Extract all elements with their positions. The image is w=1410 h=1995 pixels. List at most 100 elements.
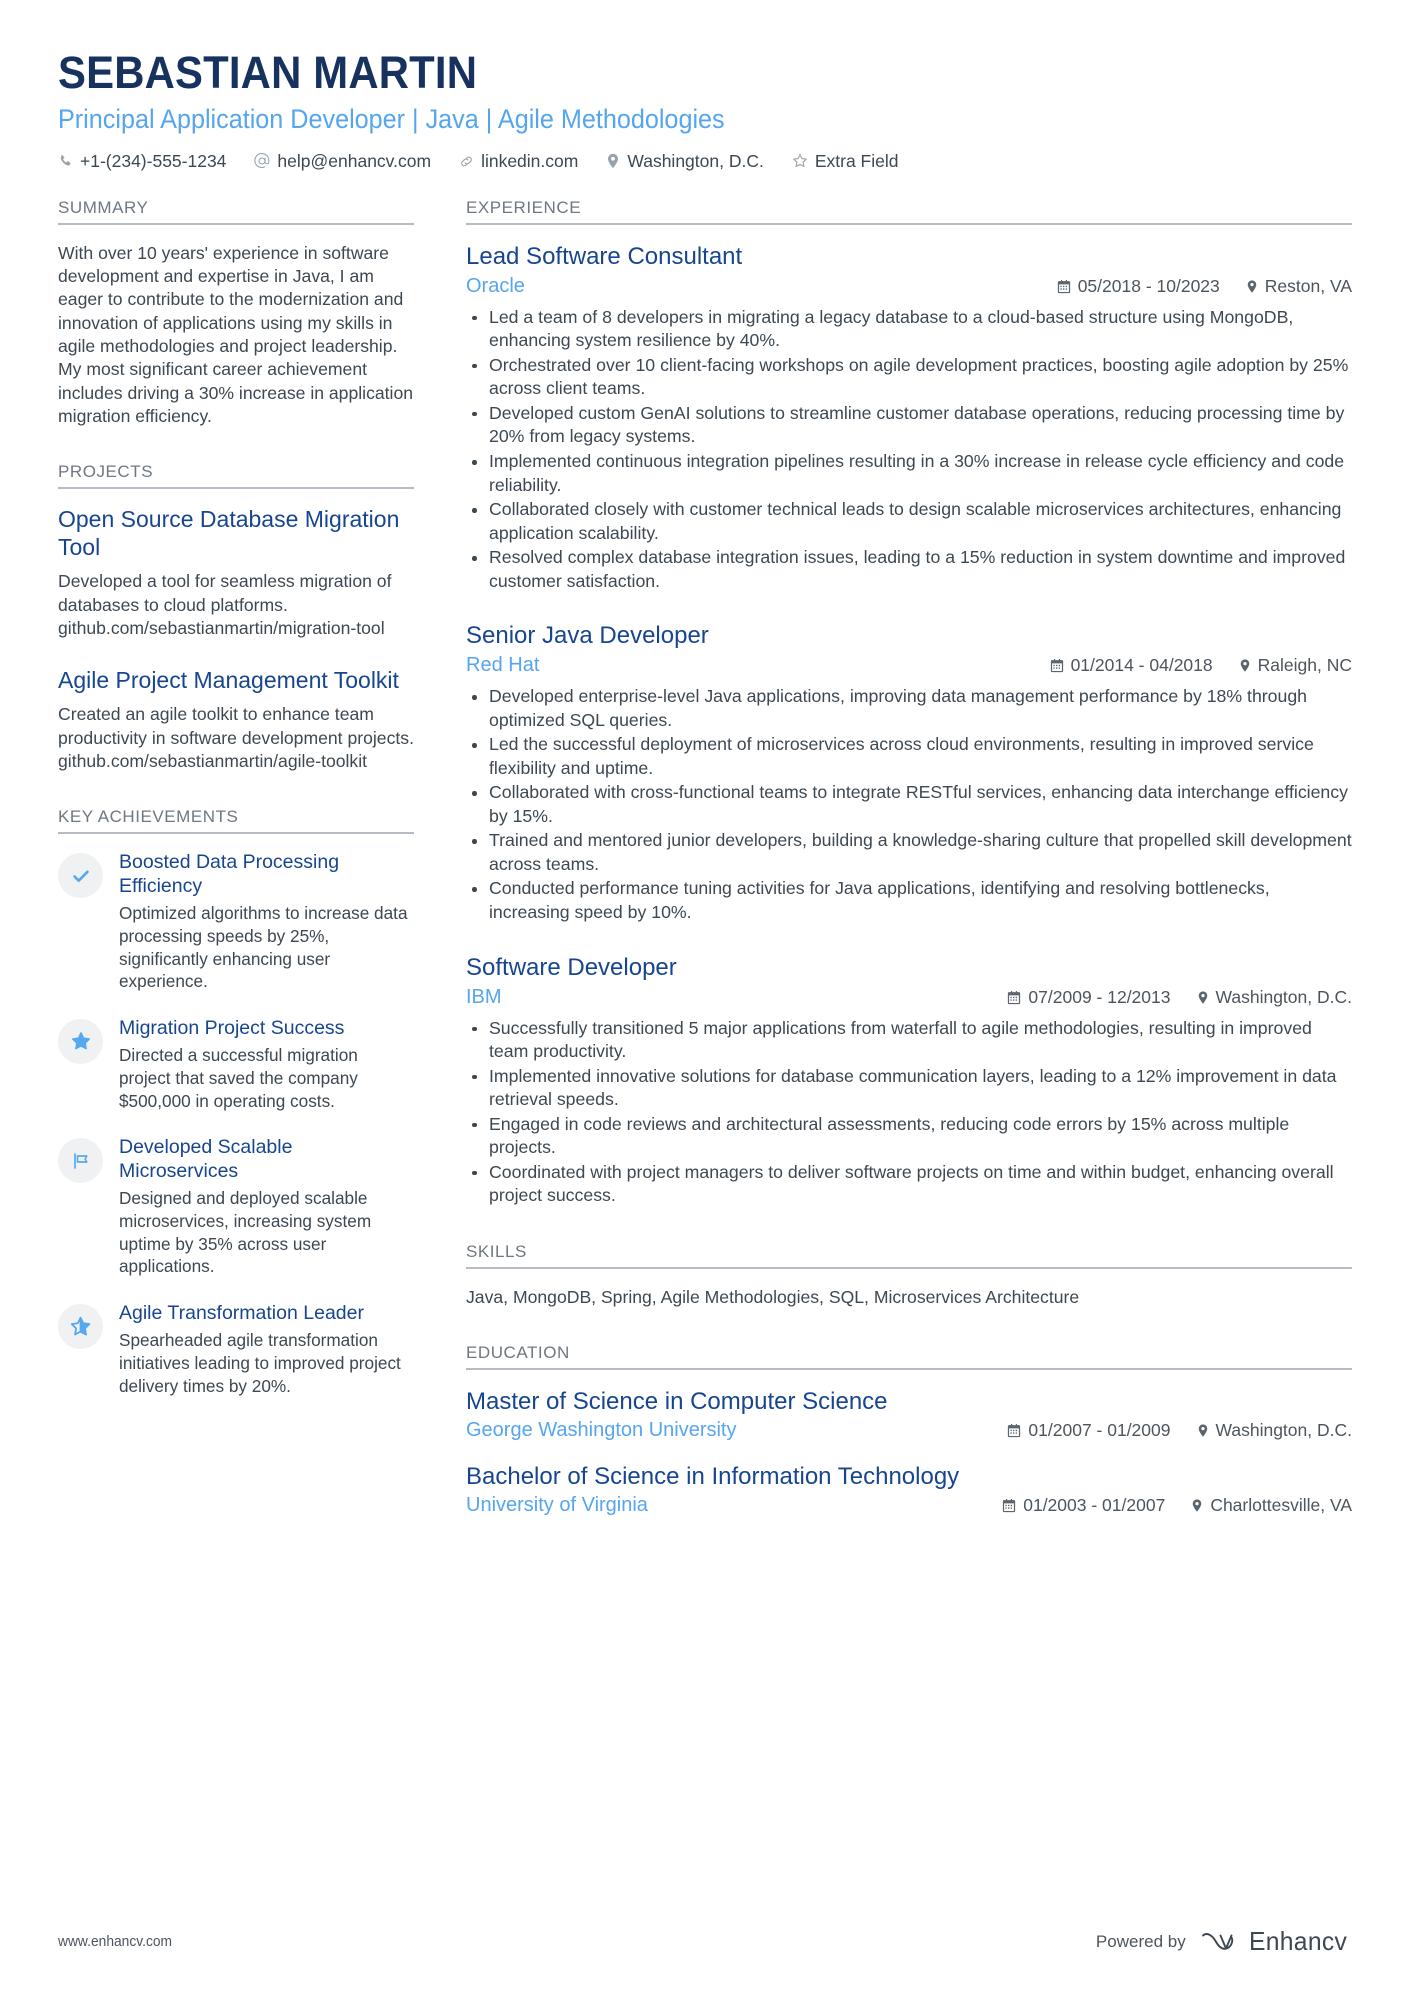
achievement-title: Boosted Data Processing Efficiency bbox=[119, 851, 340, 897]
achievement-title: Developed Scalable Microservices bbox=[119, 1136, 293, 1182]
location-pin-icon bbox=[606, 153, 620, 169]
at-icon bbox=[254, 153, 270, 169]
resume-header: SEBASTIAN MARTIN Principal Application D… bbox=[58, 47, 1352, 172]
achievement-description: Designed and deployed scalable microserv… bbox=[119, 1188, 372, 1277]
contact-email[interactable]: help@enhancv.com bbox=[254, 151, 431, 172]
section-skills: SKILLS Java, MongoDB, Spring, Agile Meth… bbox=[466, 1242, 1352, 1309]
job-dates-text: 05/2018 - 10/2023 bbox=[1077, 275, 1220, 296]
location-pin-icon bbox=[1197, 990, 1209, 1005]
education-school[interactable]: University of Virginia bbox=[466, 1494, 648, 1517]
contact-location-text: Washington, D.C. bbox=[627, 150, 764, 171]
achievement-title: Agile Transformation Leader bbox=[119, 1302, 364, 1325]
resume-columns: SUMMARY With over 10 years' experience i… bbox=[58, 198, 1352, 1551]
achievement-item: Developed Scalable Microservices Designe… bbox=[58, 1136, 414, 1278]
contact-location: Washington, D.C. bbox=[606, 151, 764, 172]
job-company[interactable]: Red Hat bbox=[466, 654, 539, 677]
footer-powered-by: Powered by bbox=[1095, 1931, 1186, 1951]
enhancv-logo: Enhancv bbox=[1200, 1926, 1352, 1957]
education-dates-text: 01/2003 - 01/2007 bbox=[1023, 1495, 1166, 1516]
job-bullet: Trained and mentored junior developers, … bbox=[466, 829, 1352, 876]
header-subtitle: Principal Application Developer | Java |… bbox=[58, 104, 725, 135]
resume-page: SEBASTIAN MARTIN Principal Application D… bbox=[0, 0, 1410, 1995]
contact-link[interactable]: linkedin.com bbox=[459, 151, 578, 172]
job-bullet: Resolved complex database integration is… bbox=[466, 546, 1352, 593]
section-summary: SUMMARY With over 10 years' experience i… bbox=[58, 198, 414, 428]
skills-text: Java, MongoDB, Spring, Agile Methodologi… bbox=[466, 1286, 1080, 1307]
education-school[interactable]: George Washington University bbox=[466, 1419, 737, 1442]
job-dates: 01/2014 - 04/2018 bbox=[1050, 655, 1213, 676]
job-location: Washington, D.C. bbox=[1197, 987, 1352, 1008]
job-bullet: Coordinated with project managers to del… bbox=[466, 1161, 1352, 1208]
section-experience: EXPERIENCE Lead Software Consultant Orac… bbox=[466, 198, 1352, 1208]
section-projects: PROJECTS Open Source Database Migration … bbox=[58, 462, 414, 773]
page-footer: www.enhancv.com Powered by Enhancv bbox=[58, 1926, 1352, 1957]
footer-url[interactable]: www.enhancv.com bbox=[58, 1933, 172, 1950]
job-location-text: Reston, VA bbox=[1264, 275, 1352, 296]
project-item: Agile Project Management Toolkit Created… bbox=[58, 667, 414, 774]
key-achievements-heading: KEY ACHIEVEMENTS bbox=[58, 807, 414, 835]
job-title: Senior Java Developer bbox=[466, 622, 709, 650]
job-bullets: Developed enterprise-level Java applicat… bbox=[466, 685, 1352, 924]
job-location: Raleigh, NC bbox=[1239, 655, 1352, 676]
enhancv-mark-icon bbox=[1200, 1929, 1240, 1955]
project-title[interactable]: Open Source Database Migration Tool bbox=[58, 506, 414, 561]
job-bullet: Developed custom GenAI solutions to stre… bbox=[466, 402, 1352, 449]
contact-extra-field: Extra Field bbox=[792, 150, 899, 172]
phone-icon bbox=[58, 154, 73, 169]
section-key-achievements: KEY ACHIEVEMENTS Boosted Data Processing… bbox=[58, 807, 414, 1397]
project-title[interactable]: Agile Project Management Toolkit bbox=[58, 667, 414, 695]
main-column: EXPERIENCE Lead Software Consultant Orac… bbox=[458, 198, 1352, 1551]
job-bullet: Collaborated closely with customer techn… bbox=[466, 498, 1352, 545]
education-item: Master of Science in Computer Science Ge… bbox=[466, 1387, 1352, 1442]
job-bullet: Implemented continuous integration pipel… bbox=[466, 450, 1352, 497]
section-education: EDUCATION Master of Science in Computer … bbox=[466, 1343, 1352, 1517]
achievement-item: Boosted Data Processing Efficiency Optim… bbox=[58, 851, 414, 993]
achievement-title: Migration Project Success bbox=[119, 1016, 345, 1039]
page-title: SEBASTIAN MARTIN bbox=[58, 47, 478, 98]
job-dates-text: 01/2014 - 04/2018 bbox=[1070, 655, 1213, 676]
job-location-text: Raleigh, NC bbox=[1257, 655, 1352, 676]
sidebar-column: SUMMARY With over 10 years' experience i… bbox=[58, 198, 458, 1432]
achievement-description: Directed a successful migration project … bbox=[119, 1045, 358, 1111]
job-dates: 05/2018 - 10/2023 bbox=[1057, 276, 1220, 297]
education-dates: 01/2007 - 01/2009 bbox=[1007, 1420, 1171, 1441]
star-half-icon bbox=[58, 1304, 103, 1350]
calendar-icon bbox=[1007, 1424, 1021, 1438]
job-bullet: Led a team of 8 developers in migrating … bbox=[466, 306, 1352, 353]
calendar-icon bbox=[1057, 279, 1071, 294]
experience-heading: EXPERIENCE bbox=[466, 198, 1352, 225]
project-description: Developed a tool for seamless migration … bbox=[58, 571, 392, 639]
education-degree: Bachelor of Science in Information Techn… bbox=[466, 1463, 960, 1491]
contact-extra-field-text: Extra Field bbox=[814, 150, 899, 171]
contact-email-text: help@enhancv.com bbox=[277, 150, 432, 171]
education-dates: 01/2003 - 01/2007 bbox=[1002, 1495, 1165, 1516]
job-dates: 07/2009 - 12/2013 bbox=[1007, 987, 1171, 1008]
job-bullet: Led the successful deployment of microse… bbox=[466, 733, 1352, 780]
star-filled-icon bbox=[58, 1018, 103, 1064]
link-icon bbox=[459, 154, 474, 169]
job-bullet: Successfully transitioned 5 major applic… bbox=[466, 1017, 1352, 1064]
experience-item: Software Developer IBM 07/2009 - 12/2013 bbox=[466, 953, 1352, 1208]
calendar-icon bbox=[1002, 1499, 1016, 1513]
job-title: Software Developer bbox=[466, 953, 677, 981]
job-location: Reston, VA bbox=[1246, 276, 1352, 297]
location-pin-icon bbox=[1197, 1423, 1209, 1438]
education-heading: EDUCATION bbox=[466, 1343, 1352, 1371]
job-title: Lead Software Consultant bbox=[466, 242, 743, 270]
skills-heading: SKILLS bbox=[466, 1242, 1352, 1269]
calendar-icon bbox=[1007, 990, 1021, 1005]
calendar-icon bbox=[1050, 659, 1064, 673]
job-bullet: Engaged in code reviews and architectura… bbox=[466, 1113, 1352, 1160]
job-company[interactable]: Oracle bbox=[466, 275, 525, 298]
flag-icon bbox=[58, 1138, 103, 1184]
summary-heading: SUMMARY bbox=[58, 198, 414, 225]
education-location-text: Charlottesville, VA bbox=[1210, 1495, 1352, 1516]
job-bullets: Successfully transitioned 5 major applic… bbox=[466, 1017, 1352, 1208]
achievement-item: Agile Transformation Leader Spearheaded … bbox=[58, 1302, 414, 1398]
star-outline-icon bbox=[792, 153, 808, 169]
contact-phone[interactable]: +1-(234)-555-1234 bbox=[58, 151, 226, 172]
contact-link-text: linkedin.com bbox=[481, 150, 579, 171]
job-company[interactable]: IBM bbox=[466, 986, 502, 1009]
project-description: Created an agile toolkit to enhance team… bbox=[58, 704, 414, 771]
education-item: Bachelor of Science in Information Techn… bbox=[466, 1462, 1352, 1517]
